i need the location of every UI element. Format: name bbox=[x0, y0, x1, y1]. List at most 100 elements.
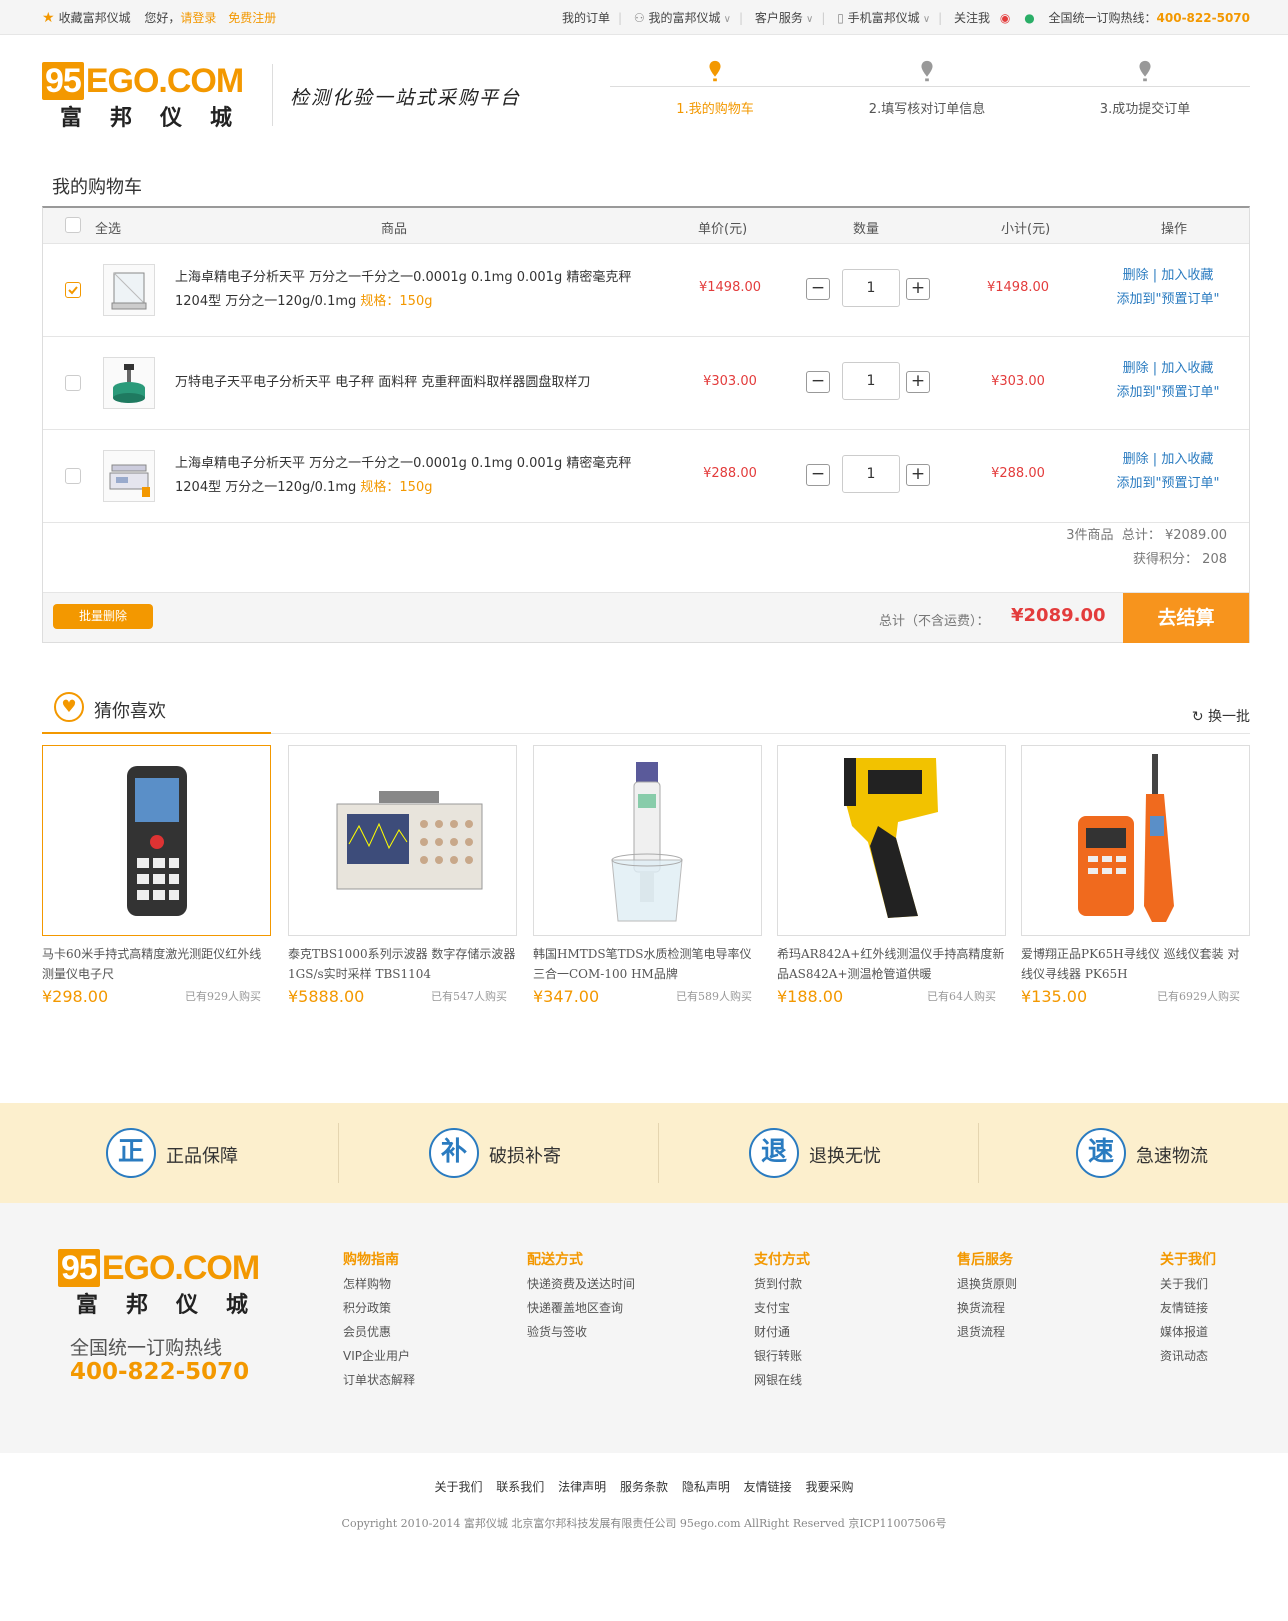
mobile-site-link[interactable]: 手机富邦仪城 bbox=[848, 11, 920, 25]
product-image[interactable] bbox=[1021, 745, 1250, 936]
footer-link[interactable]: 退换货原则 bbox=[957, 1272, 1017, 1296]
footer-link[interactable]: 订单状态解释 bbox=[343, 1368, 415, 1392]
footer-link[interactable]: 退货流程 bbox=[957, 1320, 1017, 1344]
footer-link[interactable]: 资讯动态 bbox=[1160, 1344, 1216, 1368]
select-all-checkbox[interactable] bbox=[65, 217, 81, 233]
greeting: 您好， bbox=[144, 11, 181, 25]
favorite-link[interactable]: 收藏富邦仪城 bbox=[59, 11, 131, 25]
delete-link[interactable]: 删除 bbox=[1123, 452, 1149, 467]
footer-link[interactable]: 媒体报道 bbox=[1160, 1320, 1216, 1344]
bottom-link[interactable]: 联系我们 bbox=[496, 1480, 544, 1494]
add-favorite-link[interactable]: 加入收藏 bbox=[1161, 361, 1213, 376]
increment-button[interactable]: + bbox=[906, 371, 930, 393]
footer-col-heading: 支付方式 bbox=[754, 1252, 810, 1268]
footer-link[interactable]: 积分政策 bbox=[343, 1296, 415, 1320]
refresh-icon: ↻ bbox=[1191, 709, 1204, 725]
bottom-link[interactable]: 法律声明 bbox=[558, 1480, 606, 1494]
delete-link[interactable]: 删除 bbox=[1123, 268, 1149, 283]
weibo-icon[interactable]: ◉ bbox=[1000, 11, 1010, 25]
product-image[interactable] bbox=[777, 745, 1006, 936]
recommend-title[interactable]: 爱博翔正品PK65H寻线仪 巡线仪套装 对线仪寻线器 PK65H bbox=[1021, 944, 1250, 984]
increment-button[interactable]: + bbox=[906, 278, 930, 300]
footer-link[interactable]: 换货流程 bbox=[957, 1296, 1017, 1320]
product-image[interactable] bbox=[42, 745, 271, 936]
footer-link[interactable]: 友情链接 bbox=[1160, 1296, 1216, 1320]
product-image[interactable] bbox=[533, 745, 762, 936]
quantity-stepper: − 1 + bbox=[806, 455, 936, 493]
customer-service-link[interactable]: 客户服务 bbox=[755, 11, 803, 25]
recommend-title[interactable]: 泰克TBS1000系列示波器 数字存储示波器1GS/s实时采样 TBS1104 bbox=[288, 944, 517, 984]
recommend-card[interactable]: 韩国HMTDS笔TDS水质检测笔电导率仪三合一COM-100 HM品牌 ¥347… bbox=[533, 745, 762, 1006]
quantity-input[interactable]: 1 bbox=[842, 362, 900, 400]
bottom-link[interactable]: 隐私声明 bbox=[682, 1480, 730, 1494]
bottom-link[interactable]: 友情链接 bbox=[744, 1480, 792, 1494]
item-checkbox[interactable] bbox=[65, 282, 81, 298]
heart-icon: ♥ bbox=[54, 692, 84, 722]
checkout-button[interactable]: 去结算 bbox=[1123, 593, 1249, 643]
quantity-input[interactable]: 1 bbox=[842, 455, 900, 493]
col-product: 商品 bbox=[381, 222, 408, 237]
footer-link[interactable]: 货到付款 bbox=[754, 1272, 810, 1296]
footer-link[interactable]: 快递覆盖地区查询 bbox=[527, 1296, 635, 1320]
footer-logo[interactable]: 95 EGO.COM 富邦仪城 bbox=[58, 1249, 276, 1319]
genuine-icon: 正 bbox=[106, 1128, 156, 1178]
select-all-label[interactable]: 全选 bbox=[95, 218, 121, 237]
recommend-title[interactable]: 马卡60米手持式高精度激光测距仪红外线测量仪电子尺 bbox=[42, 944, 271, 984]
product-thumbnail[interactable] bbox=[103, 357, 155, 409]
product-name[interactable]: 上海卓精电子分析天平 万分之一千分之一0.0001g 0.1mg 0.001g … bbox=[175, 452, 655, 500]
increment-button[interactable]: + bbox=[906, 464, 930, 486]
quantity-input[interactable]: 1 bbox=[842, 269, 900, 307]
recommend-card[interactable]: 爱博翔正品PK65H寻线仪 巡线仪套装 对线仪寻线器 PK65H ¥135.00… bbox=[1021, 745, 1250, 1006]
logo-number: 95 bbox=[58, 1249, 100, 1287]
recommend-card[interactable]: 泰克TBS1000系列示波器 数字存储示波器1GS/s实时采样 TBS1104 … bbox=[288, 745, 517, 1006]
batch-delete-button[interactable]: 批量删除 bbox=[53, 604, 153, 629]
footer-link[interactable]: 网银在线 bbox=[754, 1368, 810, 1392]
product-name[interactable]: 万特电子天平电子分析天平 电子秤 面料秤 克重秤面料取样器圆盘取样刀 bbox=[175, 371, 655, 395]
login-link[interactable]: 请登录 bbox=[180, 11, 216, 25]
wechat-icon[interactable]: ● bbox=[1024, 11, 1034, 25]
product-spec: 规格：150g bbox=[360, 294, 433, 309]
footer-link[interactable]: 关于我们 bbox=[1160, 1272, 1216, 1296]
bottom-link[interactable]: 关于我们 bbox=[434, 1480, 482, 1494]
site-logo[interactable]: 95 EGO.COM 富邦仪城 bbox=[42, 62, 260, 132]
footer-link[interactable]: 财付通 bbox=[754, 1320, 810, 1344]
add-favorite-link[interactable]: 加入收藏 bbox=[1161, 268, 1213, 283]
follow-label: 关注我 bbox=[954, 11, 991, 25]
checkout-steps: 1.我的购物车 2.填写核对订单信息 3.成功提交订单 bbox=[610, 60, 1250, 130]
add-preset-order-link[interactable]: 添加到"预置订单" bbox=[1103, 288, 1233, 312]
delete-link[interactable]: 删除 bbox=[1123, 361, 1149, 376]
product-thumbnail[interactable] bbox=[103, 264, 155, 316]
my-account-link[interactable]: 我的富邦仪城 bbox=[648, 11, 720, 25]
cart-row: 上海卓精电子分析天平 万分之一千分之一0.0001g 0.1mg 0.001g … bbox=[43, 430, 1249, 523]
decrement-button[interactable]: − bbox=[806, 278, 830, 300]
recommend-title[interactable]: 希玛AR842A+红外线测温仪手持高精度新品AS842A+测温枪管道供暖 bbox=[777, 944, 1006, 984]
bottom-link[interactable]: 服务条款 bbox=[620, 1480, 668, 1494]
footer-link[interactable]: VIP企业用户 bbox=[343, 1344, 415, 1368]
product-image[interactable] bbox=[288, 745, 517, 936]
footer-link[interactable]: 验货与签收 bbox=[527, 1320, 635, 1344]
item-checkbox[interactable] bbox=[65, 375, 81, 391]
footer-link[interactable]: 怎样购物 bbox=[343, 1272, 415, 1296]
recommend-card[interactable]: 马卡60米手持式高精度激光测距仪红外线测量仪电子尺 ¥298.00 已有929人… bbox=[42, 745, 271, 1006]
header-divider bbox=[272, 64, 273, 126]
my-orders-link[interactable]: 我的订单 bbox=[562, 11, 610, 25]
recommend-card[interactable]: 希玛AR842A+红外线测温仪手持高精度新品AS842A+测温枪管道供暖 ¥18… bbox=[777, 745, 1006, 1006]
refresh-button[interactable]: ↻ 换一批 bbox=[1192, 706, 1250, 726]
product-thumbnail[interactable] bbox=[103, 450, 155, 502]
bottom-link[interactable]: 我要采购 bbox=[806, 1480, 854, 1494]
footer-link[interactable]: 银行转账 bbox=[754, 1344, 810, 1368]
return-icon: 退 bbox=[749, 1128, 799, 1178]
add-preset-order-link[interactable]: 添加到"预置订单" bbox=[1103, 472, 1233, 496]
add-preset-order-link[interactable]: 添加到"预置订单" bbox=[1103, 381, 1233, 405]
recommend-title[interactable]: 韩国HMTDS笔TDS水质检测笔电导率仪三合一COM-100 HM品牌 bbox=[533, 944, 762, 984]
item-checkbox[interactable] bbox=[65, 468, 81, 484]
footer-link[interactable]: 快递资费及送达时间 bbox=[527, 1272, 635, 1296]
add-favorite-link[interactable]: 加入收藏 bbox=[1161, 452, 1213, 467]
decrement-button[interactable]: − bbox=[806, 464, 830, 486]
hotline-label: 全国统一订购热线： bbox=[1048, 11, 1157, 25]
decrement-button[interactable]: − bbox=[806, 371, 830, 393]
product-name[interactable]: 上海卓精电子分析天平 万分之一千分之一0.0001g 0.1mg 0.001g … bbox=[175, 266, 655, 314]
register-link[interactable]: 免费注册 bbox=[228, 11, 276, 25]
footer-link[interactable]: 支付宝 bbox=[754, 1296, 810, 1320]
footer-link[interactable]: 会员优惠 bbox=[343, 1320, 415, 1344]
